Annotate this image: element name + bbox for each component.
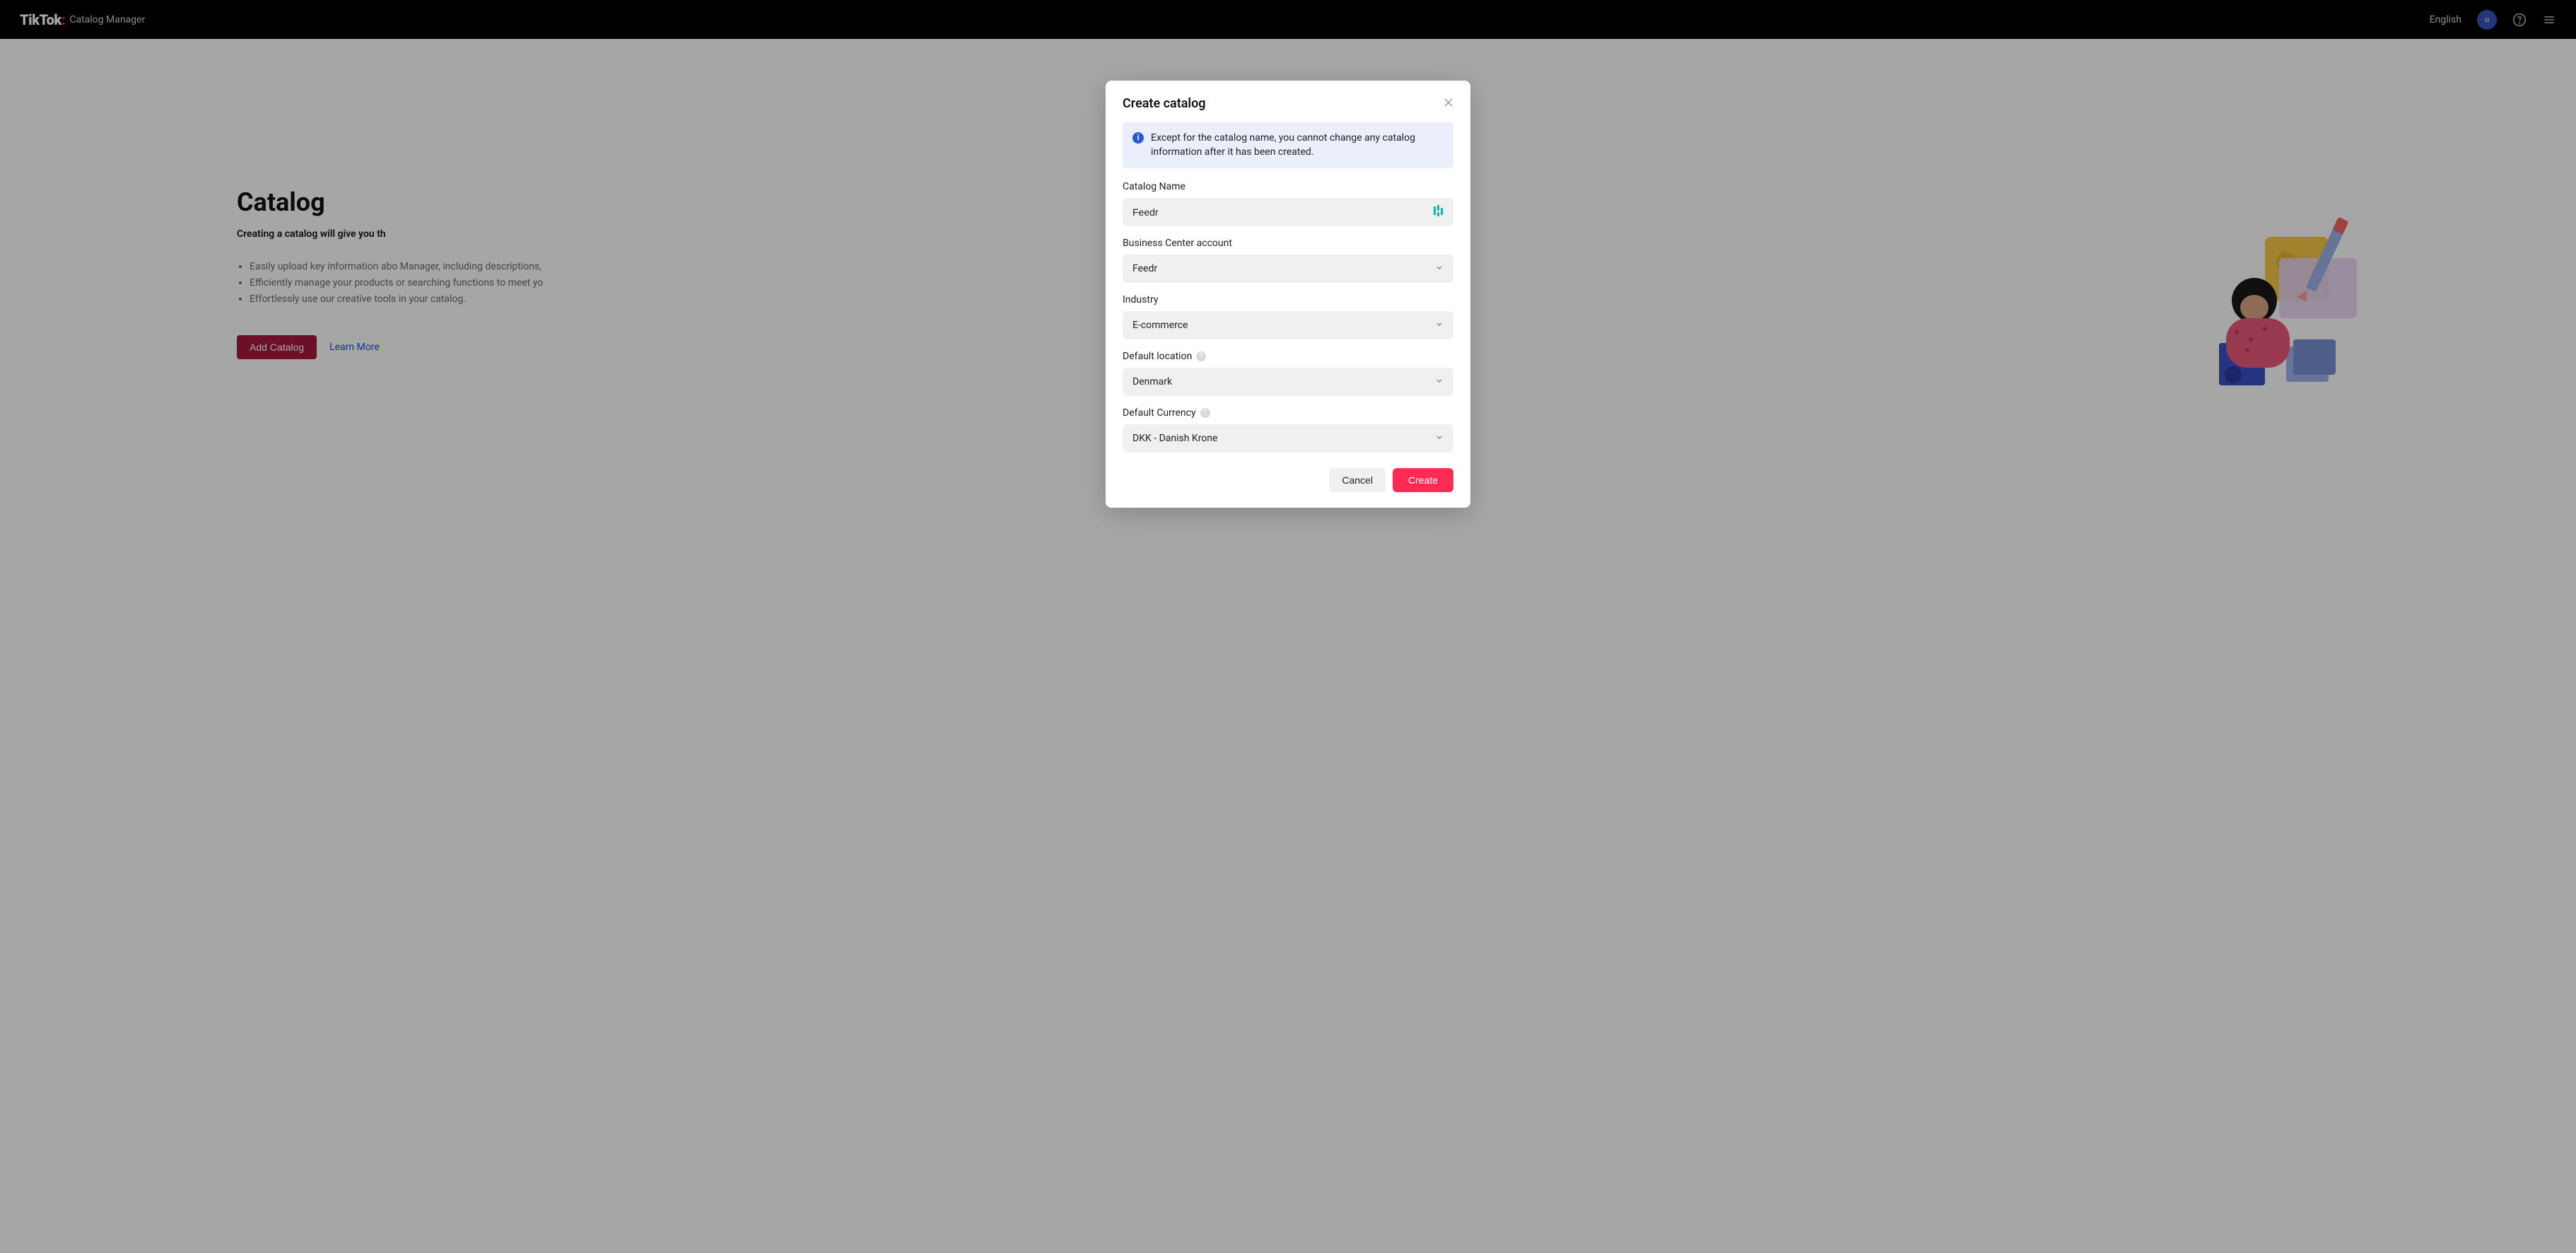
info-icon: i	[1132, 132, 1144, 144]
default-currency-label: Default Currency ?	[1123, 407, 1453, 419]
bc-account-select[interactable]: Feedr	[1123, 255, 1453, 283]
chevron-down-icon	[1435, 433, 1444, 444]
cancel-button[interactable]: Cancel	[1329, 468, 1386, 492]
chevron-down-icon	[1435, 263, 1444, 274]
bc-account-label: Business Center account	[1123, 238, 1453, 249]
chevron-down-icon	[1435, 376, 1444, 387]
industry-label: Industry	[1123, 294, 1453, 305]
info-banner: i Except for the catalog name, you canno…	[1123, 122, 1453, 168]
help-tooltip-icon[interactable]: ?	[1200, 408, 1210, 418]
modal-overlay: Create catalog i Except for the catalog …	[0, 0, 2576, 1253]
default-location-select[interactable]: Denmark	[1123, 368, 1453, 396]
modal-title: Create catalog	[1123, 96, 1206, 111]
close-icon[interactable]	[1444, 97, 1453, 110]
default-location-label: Default location ?	[1123, 351, 1453, 362]
create-catalog-modal: Create catalog i Except for the catalog …	[1106, 81, 1470, 508]
industry-select[interactable]: E-commerce	[1123, 311, 1453, 339]
catalog-name-input[interactable]	[1123, 198, 1453, 226]
default-currency-select[interactable]: DKK - Danish Krone	[1123, 424, 1453, 453]
create-button[interactable]: Create	[1393, 468, 1453, 492]
info-text: Except for the catalog name, you cannot …	[1151, 131, 1444, 160]
catalog-name-label: Catalog Name	[1123, 181, 1453, 192]
password-manager-icon[interactable]	[1434, 205, 1444, 219]
help-tooltip-icon[interactable]: ?	[1196, 351, 1206, 361]
chevron-down-icon	[1435, 320, 1444, 331]
